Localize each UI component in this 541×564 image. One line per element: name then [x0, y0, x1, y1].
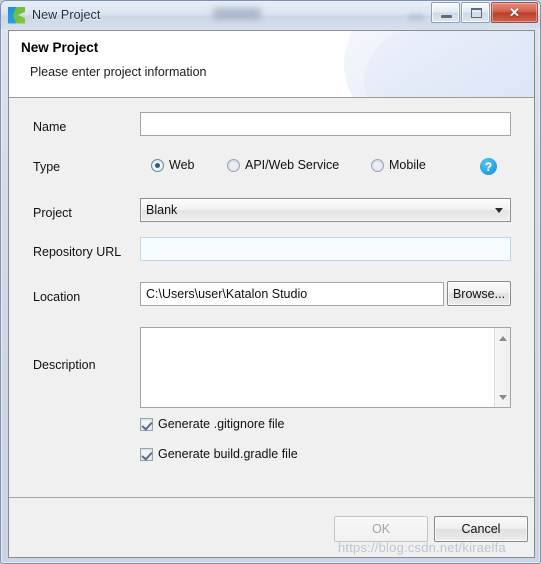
dialog-header: New Project Please enter project informa… [9, 31, 534, 98]
radio-type-api-web-service-label: API/Web Service [245, 158, 340, 172]
close-button[interactable]: ✕ [491, 2, 538, 23]
maximize-icon [471, 8, 482, 18]
checkbox-generate-build-gradle-label: Generate build.gradle file [158, 447, 298, 461]
minimize-button[interactable] [431, 2, 460, 23]
description-textarea[interactable] [140, 327, 511, 408]
cancel-button[interactable]: Cancel [434, 516, 528, 542]
scroll-up-icon[interactable] [495, 330, 511, 346]
new-project-dialog-window: New Project ✕ New Project Please enter p… [0, 0, 541, 564]
page-title: New Project [21, 40, 99, 55]
repository-url-input[interactable] [140, 237, 511, 261]
redacted-title-region-secondary [409, 14, 423, 20]
checkbox-generate-build-gradle[interactable]: Generate build.gradle file [140, 447, 298, 461]
radio-unselected-icon [371, 158, 384, 172]
ok-button[interactable]: OK [334, 516, 428, 542]
header-decoration-curve-inner [364, 31, 534, 97]
description-label: Description [33, 358, 96, 372]
checkbox-checked-icon [140, 447, 153, 461]
help-circle-icon[interactable]: ? [480, 158, 497, 175]
description-scrollbar[interactable] [494, 328, 510, 407]
dialog-body: New Project Please enter project informa… [8, 30, 535, 558]
checkbox-generate-gitignore-label: Generate .gitignore file [158, 417, 285, 431]
name-label: Name [33, 120, 67, 134]
window-title: New Project [32, 8, 101, 22]
checkbox-checked-icon [140, 417, 153, 431]
checkbox-generate-gitignore[interactable]: Generate .gitignore file [140, 417, 284, 431]
katalon-k-logo-icon [8, 6, 25, 24]
radio-selected-icon [151, 158, 164, 172]
window-controls: ✕ [430, 2, 538, 23]
project-label: Project [33, 206, 72, 220]
form-area: Name Type Web API/Web Service Mobile ? P… [9, 98, 534, 498]
location-input[interactable] [140, 282, 444, 306]
radio-unselected-icon [227, 158, 240, 172]
chevron-down-icon [495, 208, 503, 213]
project-template-value: Blank [146, 203, 178, 217]
radio-type-web-label: Web [169, 158, 195, 172]
radio-type-api-web-service[interactable]: API/Web Service [227, 158, 339, 172]
scroll-down-icon[interactable] [495, 389, 511, 405]
browse-button[interactable]: Browse... [447, 281, 511, 306]
repository-url-label: Repository URL [33, 245, 122, 259]
maximize-button[interactable] [461, 2, 490, 23]
close-icon: ✕ [509, 4, 520, 20]
redacted-title-region [213, 8, 261, 19]
title-bar[interactable]: New Project ✕ [1, 1, 540, 29]
dialog-footer: OK Cancel [9, 498, 534, 556]
page-subtitle: Please enter project information [30, 65, 207, 79]
minimize-icon [441, 15, 452, 18]
location-label: Location [33, 290, 81, 304]
type-label: Type [33, 160, 61, 174]
name-input[interactable] [140, 112, 511, 136]
radio-type-web[interactable]: Web [151, 158, 194, 172]
project-template-select[interactable]: Blank [140, 198, 511, 222]
radio-type-mobile[interactable]: Mobile [371, 158, 426, 172]
radio-type-mobile-label: Mobile [389, 158, 426, 172]
